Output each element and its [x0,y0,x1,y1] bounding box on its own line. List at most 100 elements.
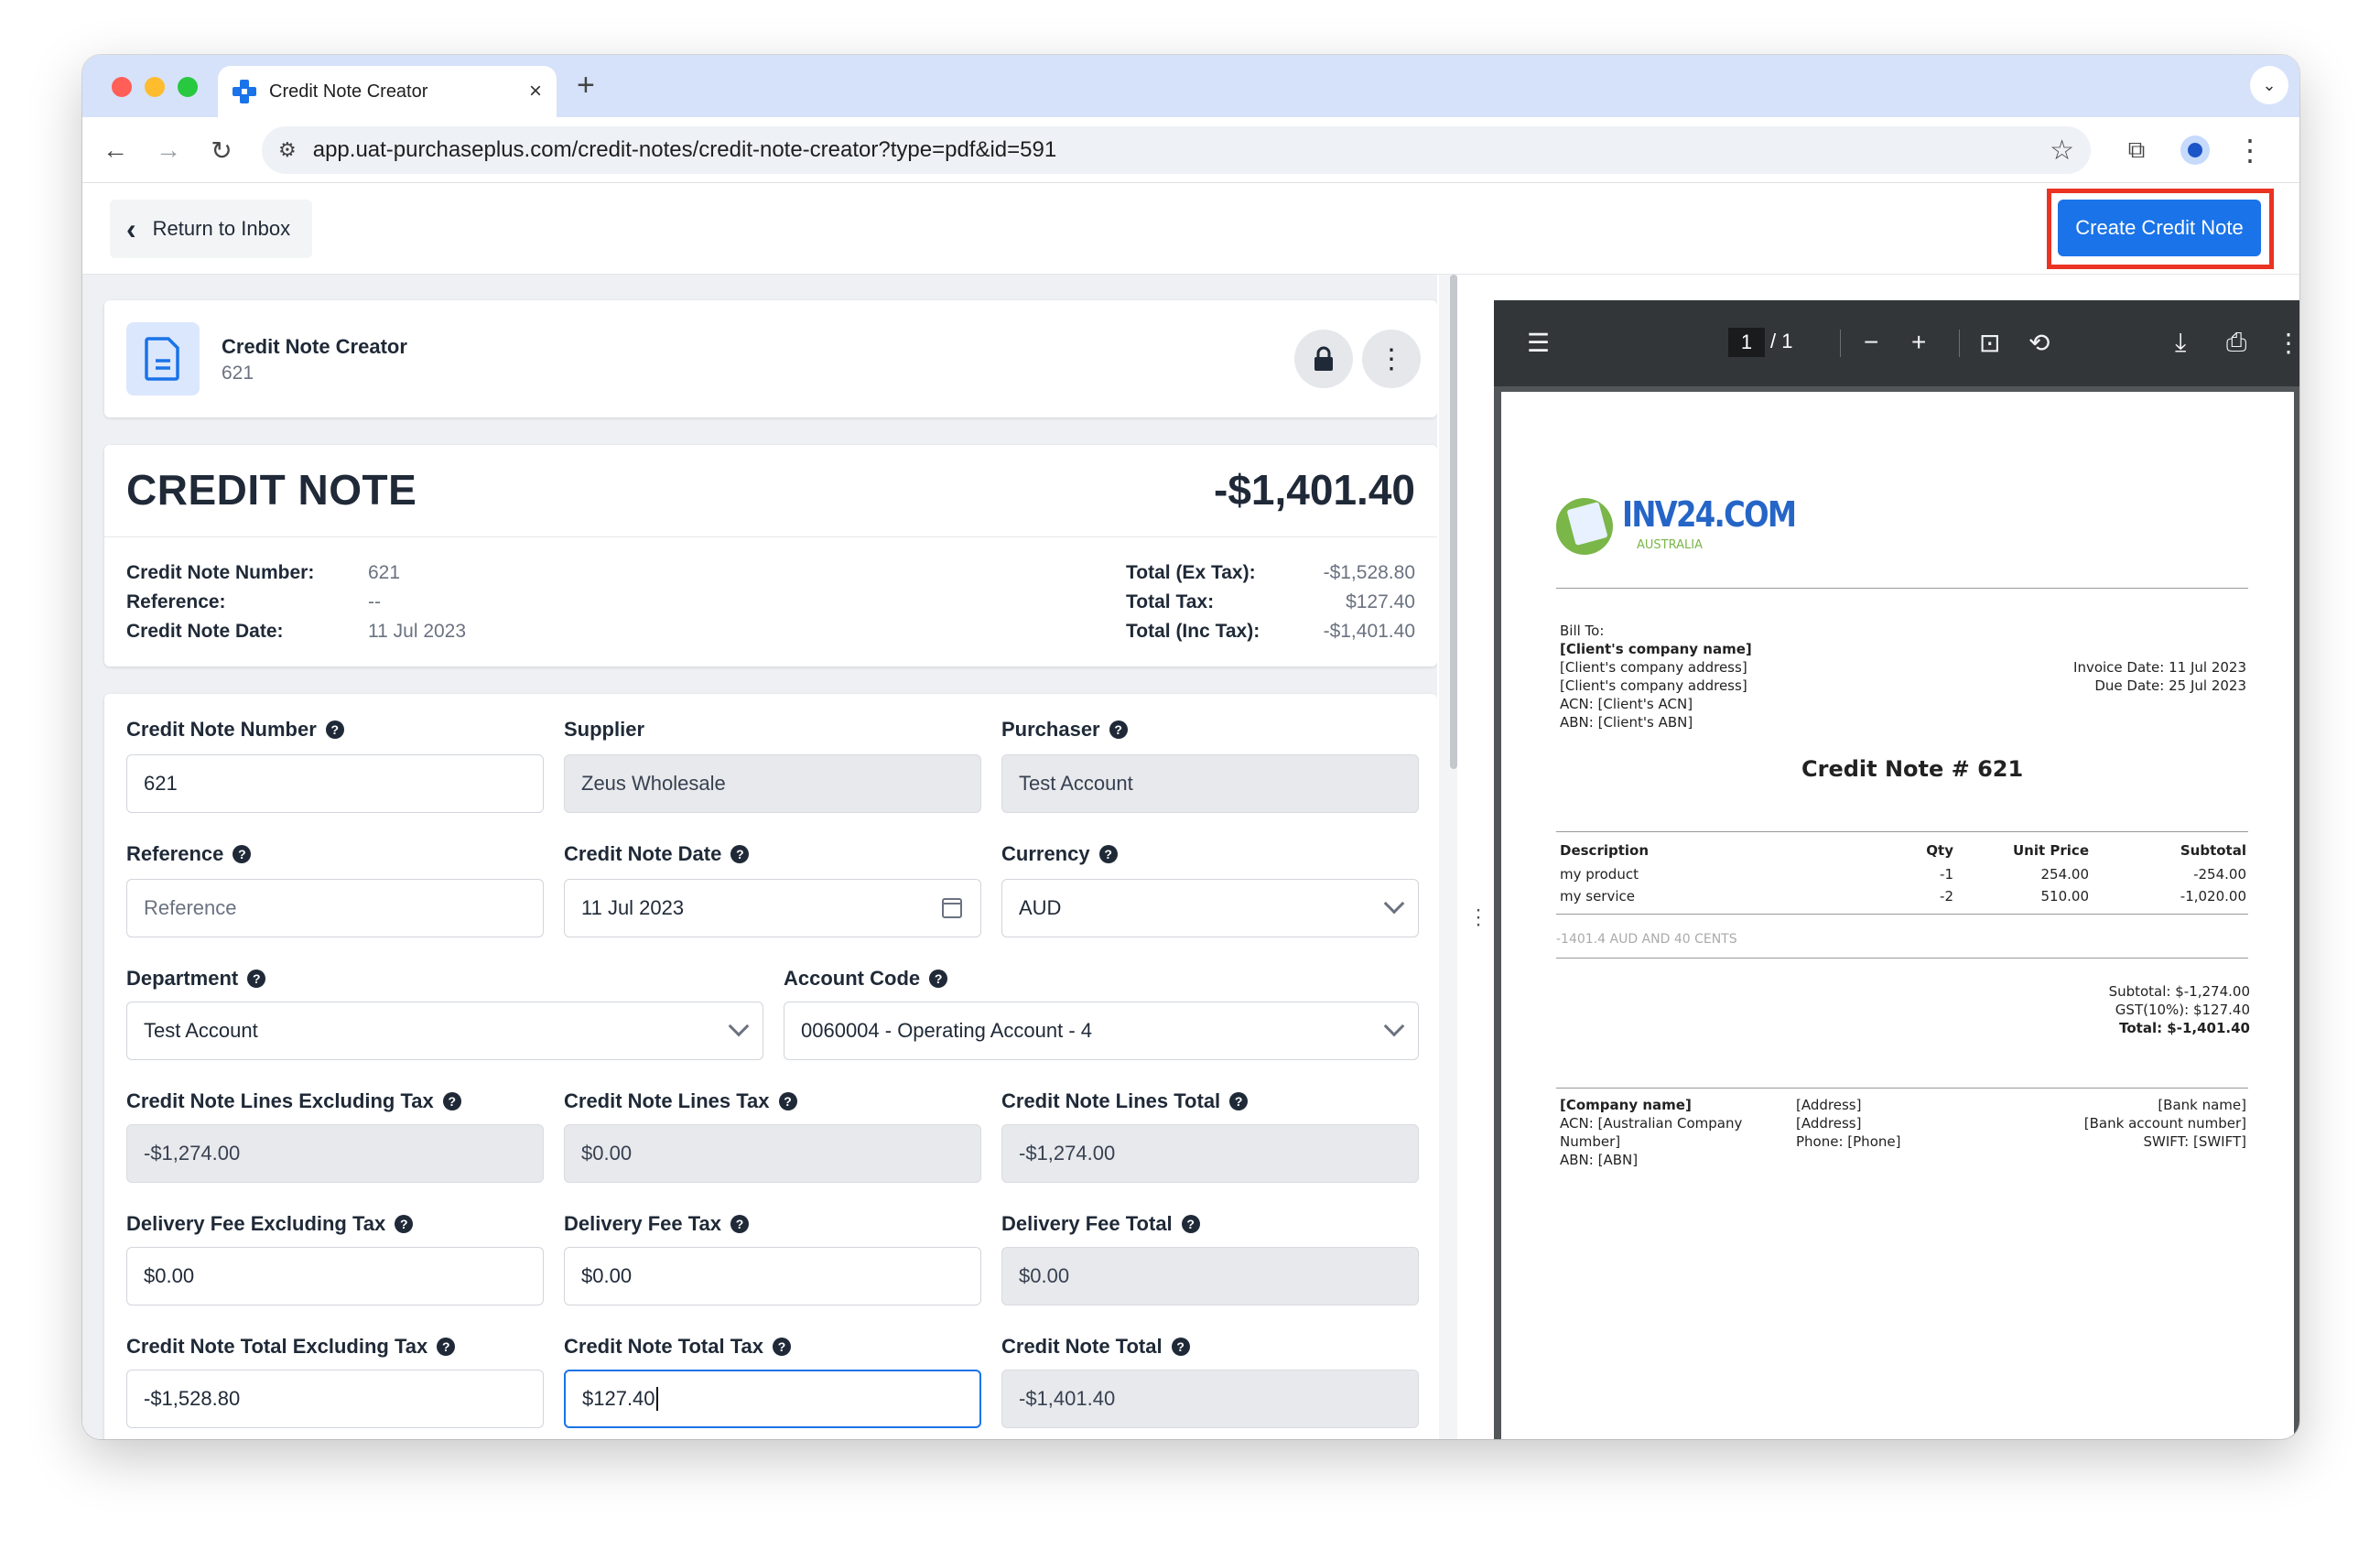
footer-swift: SWIFT: [SWIFT] [2143,1133,2247,1150]
summary-value: -$1,401.40 [1323,621,1415,642]
address-bar[interactable]: ⚙ app.uat-purchaseplus.com/credit-notes/… [262,126,2091,174]
credit-note-number-input[interactable]: 621 [126,754,544,813]
help-icon[interactable]: ? [730,1215,750,1233]
department-label: Department? [126,967,266,991]
line-subtotal: -254.00 [2193,866,2246,883]
help-icon[interactable]: ? [325,720,344,739]
minimize-window-button[interactable] [145,77,165,97]
help-icon[interactable]: ? [1181,1215,1200,1233]
summary-value: 11 Jul 2023 [368,621,467,642]
new-tab-icon[interactable]: + [577,68,595,103]
pdf-more-icon[interactable]: ⋮ [2276,328,2299,358]
line-qty: -1 [1940,866,1953,883]
pdf-divider [1556,914,2248,915]
footer-address: [Address] [1796,1097,1862,1113]
zoom-window-button[interactable] [178,77,198,97]
return-to-inbox-button[interactable]: ‹ Return to Inbox [110,200,313,258]
currency-label: Currency? [1001,842,1118,866]
browser-toolbar: ← → ↻ ⚙ app.uat-purchaseplus.com/credit-… [82,117,2299,183]
client-address: [Client's company address] [1560,677,1747,694]
fit-page-icon[interactable]: ⊡ [1979,328,2000,358]
help-icon[interactable]: ? [929,969,948,988]
lines-ex-tax-label: Credit Note Lines Excluding Tax? [126,1089,461,1113]
download-icon[interactable]: ⤓ [2175,328,2186,358]
lines-ex-tax-field: -$1,274.00 [126,1124,544,1183]
help-icon[interactable]: ? [1229,1092,1249,1110]
more-options-icon[interactable]: ⋮ [1362,330,1421,388]
currency-select[interactable]: AUD [1001,879,1419,937]
creator-title: Credit Note Creator [222,335,407,358]
help-icon[interactable]: ? [247,969,266,988]
delivery-tax-input[interactable]: $0.00 [564,1247,981,1305]
browser-menu-icon[interactable]: ⋮ [2230,130,2270,170]
extensions-puzzle-icon[interactable]: ⧉ [2116,130,2157,170]
client-abn: ABN: [Client's ABN] [1560,714,1693,731]
account-code-select[interactable]: 0060004 - Operating Account - 4 [784,1002,1419,1060]
total-label: Credit Note Total? [1001,1335,1190,1359]
department-select[interactable]: Test Account [126,1002,763,1060]
app-page: ‹ Return to Inbox Create Credit Note Cre… [82,183,2299,1439]
bookmark-star-icon[interactable]: ☆ [2050,135,2074,167]
pdf-gst: GST(10%): $127.40 [2115,1002,2250,1018]
profile-avatar[interactable] [2175,130,2215,170]
browser-titlebar: Credit Note Creator × + ⌄ [82,55,2299,117]
pdf-page-input[interactable]: 1 [1728,328,1765,357]
help-icon[interactable]: ? [1171,1338,1190,1356]
line-price: 254.00 [2040,866,2090,883]
credit-note-summary-card: CREDIT NOTE -$1,401.40 Credit Note Numbe… [104,445,1437,666]
pdf-subtotal: Subtotal: $-1,274.00 [2108,983,2250,1000]
pdf-total: Total: $-1,401.40 [2119,1020,2250,1036]
line-qty: -2 [1940,888,1953,904]
form-scrollbar-thumb[interactable] [1450,275,1457,769]
delivery-total-field: $0.00 [1001,1247,1419,1305]
total-tax-input[interactable]: $127.40 [564,1370,981,1428]
pane-resize-handle[interactable]: · · · [1475,899,1482,936]
reference-input[interactable]: Reference [126,879,544,937]
help-icon[interactable]: ? [1098,845,1118,863]
back-arrow-icon[interactable]: ← [95,130,135,170]
create-credit-note-button[interactable]: Create Credit Note [2058,200,2261,256]
credit-note-date-input[interactable]: 11 Jul 2023 [564,879,981,937]
delivery-ex-tax-input[interactable]: $0.00 [126,1247,544,1305]
tab-search-chevron-icon[interactable]: ⌄ [2250,66,2288,104]
browser-window: Credit Note Creator × + ⌄ ← → ↻ ⚙ app.ua… [82,55,2299,1439]
total-field: -$1,401.40 [1001,1370,1419,1428]
purchaser-field: Test Account [1001,754,1419,813]
help-icon[interactable]: ? [778,1092,797,1110]
help-icon[interactable]: ? [730,845,750,863]
close-window-button[interactable] [112,77,132,97]
zoom-in-icon[interactable]: + [1911,328,1926,357]
form-pane[interactable]: Credit Note Creator 621 ⋮ CREDIT NOTE -$… [82,275,1437,1439]
reload-icon[interactable]: ↻ [201,130,242,170]
footer-account: [Bank account number] [2083,1115,2246,1132]
help-icon[interactable]: ? [1109,720,1128,739]
delivery-ex-tax-label: Delivery Fee Excluding Tax? [126,1212,414,1236]
tab-close-icon[interactable]: × [529,79,542,104]
browser-tab[interactable]: Credit Note Creator × [218,66,557,117]
help-icon[interactable]: ? [772,1338,791,1356]
print-icon[interactable]: ⎙ [2226,328,2246,358]
pdf-menu-icon[interactable]: ☰ [1527,328,1550,358]
line-description: my product [1560,866,1639,883]
summary-value: $127.40 [1346,591,1415,612]
help-icon[interactable]: ? [395,1215,414,1233]
help-icon[interactable]: ? [437,1338,456,1356]
summary-label: Total Tax: [1126,591,1215,612]
site-settings-icon[interactable]: ⚙ [278,138,297,162]
footer-company: [Company name] [1560,1097,1692,1113]
total-ex-tax-input[interactable]: -$1,528.80 [126,1370,544,1428]
rotate-icon[interactable]: ⟲ [2028,328,2050,358]
zoom-out-icon[interactable]: − [1864,328,1878,357]
forward-arrow-icon[interactable]: → [148,130,189,170]
lines-total-label: Credit Note Lines Total? [1001,1089,1249,1113]
creator-subtitle: 621 [222,363,254,384]
favicon-icon [233,80,256,103]
col-subtotal: Subtotal [2180,842,2246,859]
calendar-icon[interactable] [942,898,962,918]
pdf-divider [1556,588,2248,589]
pdf-divider [1556,831,2248,832]
lock-icon[interactable] [1294,330,1353,388]
pdf-page: INV24.COM AUSTRALIA Bill To: [Client's c… [1501,392,2294,1439]
help-icon[interactable]: ? [233,845,252,863]
help-icon[interactable]: ? [442,1092,461,1110]
